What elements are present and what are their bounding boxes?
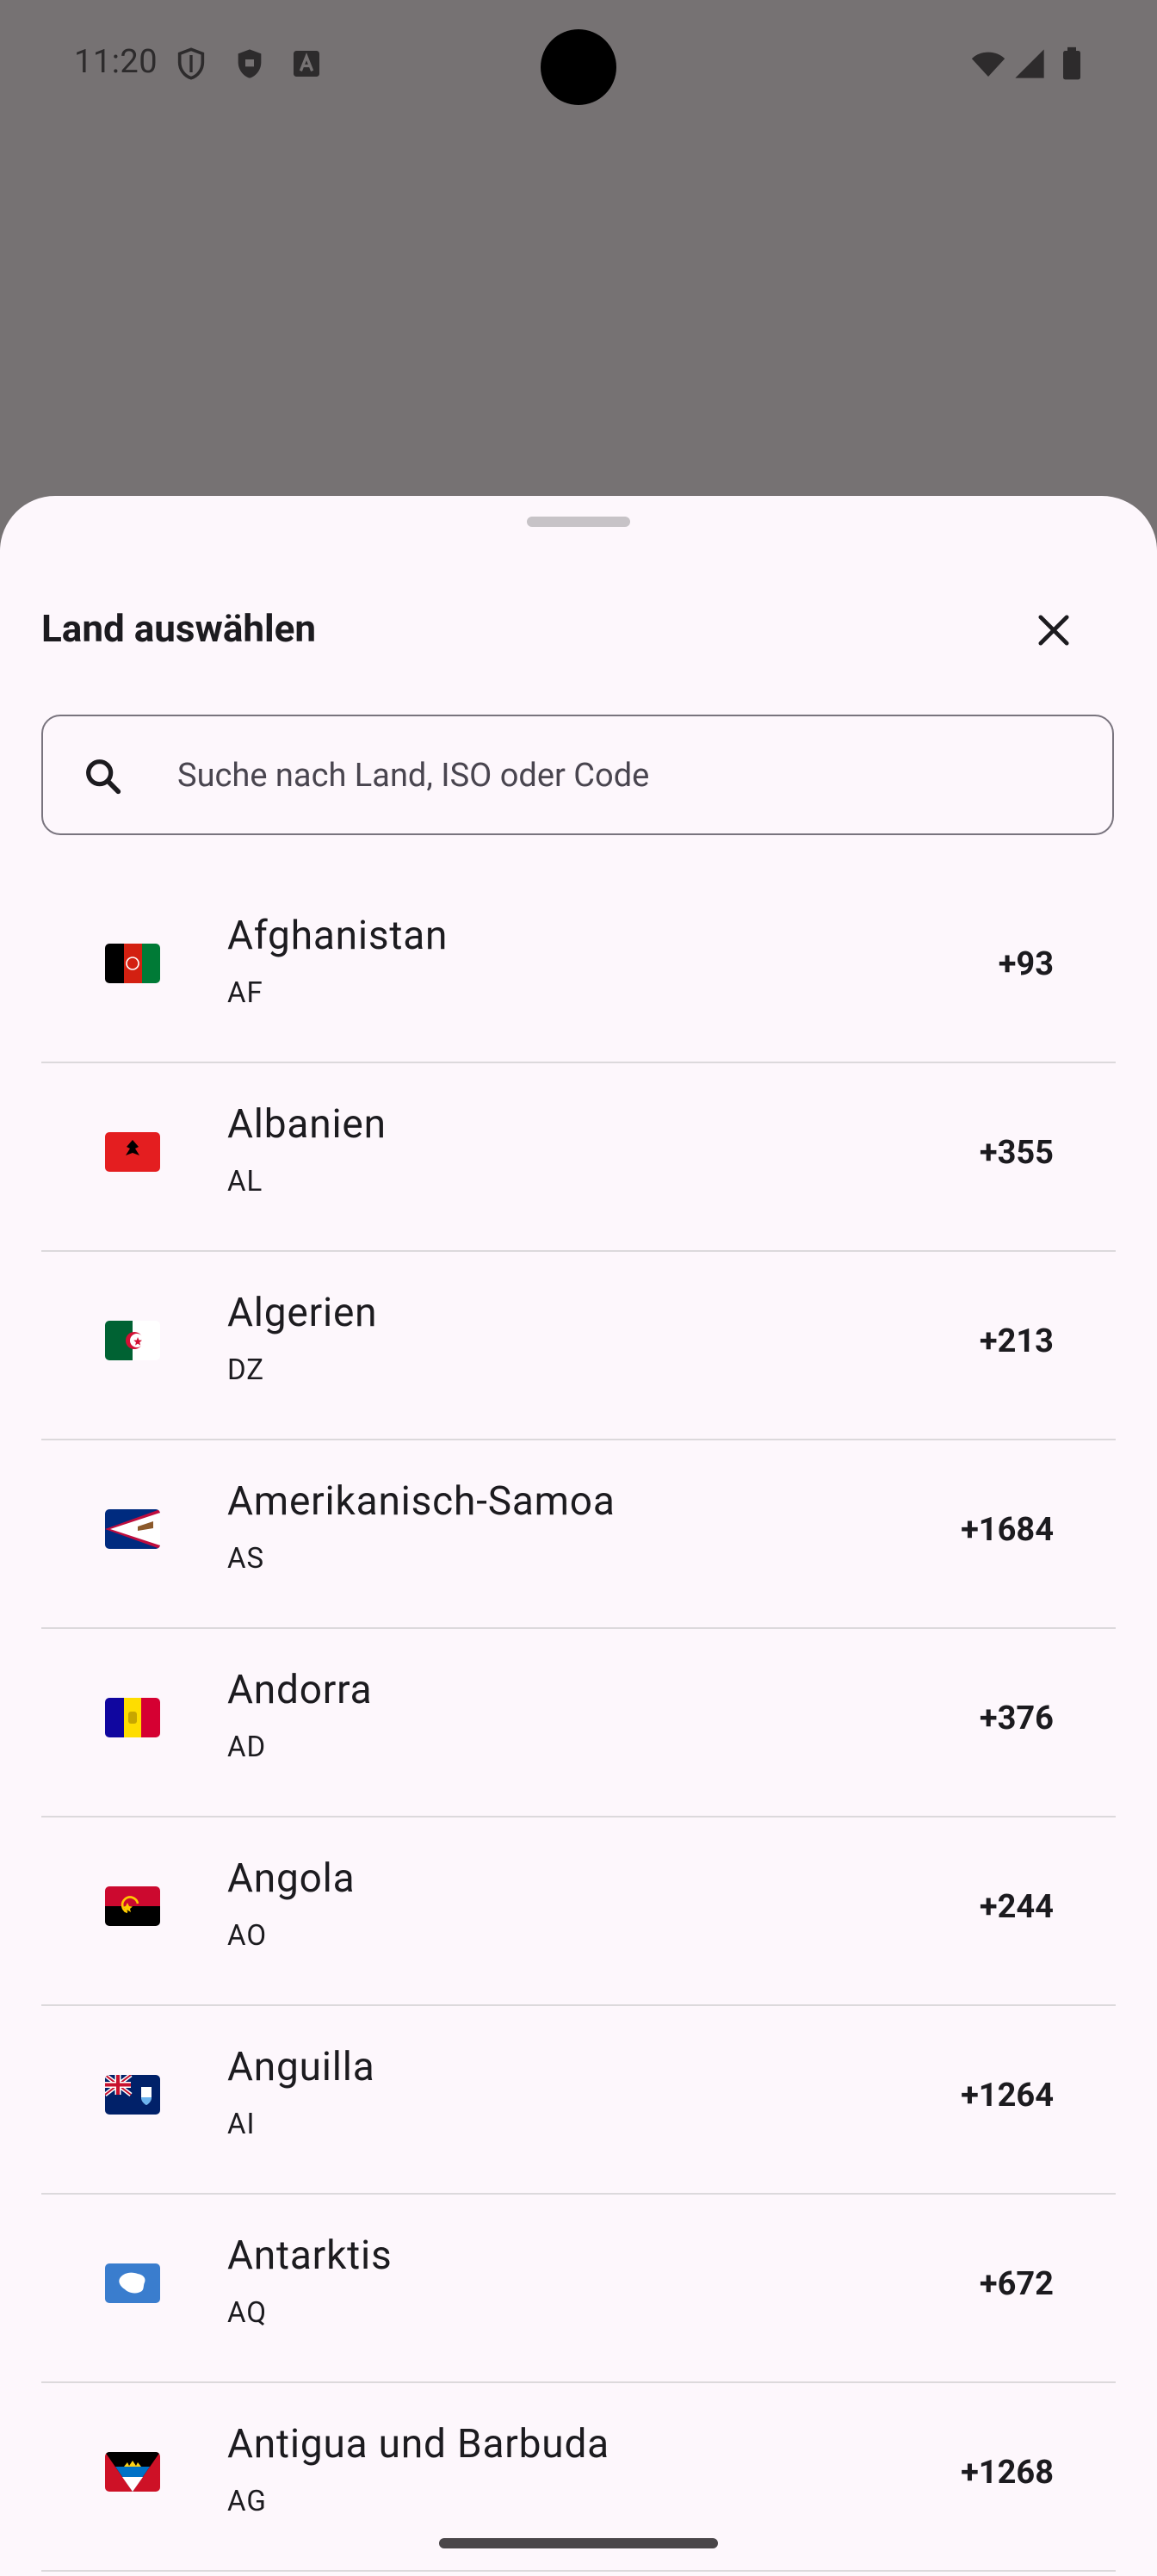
- country-dial-code: +1268: [961, 2454, 1054, 2492]
- country-dial-code: +213: [979, 1322, 1054, 1360]
- country-iso: AQ: [227, 2296, 268, 2330]
- country-iso: AL: [227, 1165, 263, 1198]
- front-camera: [541, 29, 616, 105]
- country-iso: AS: [227, 1542, 265, 1576]
- wifi-icon: [971, 52, 1005, 77]
- sheet-title: Land auswählen: [41, 606, 317, 651]
- search-input[interactable]: [176, 732, 1074, 820]
- country-row-algerien[interactable]: Algerien DZ +213: [41, 1252, 1116, 1440]
- country-row-afghanistan[interactable]: Afghanistan AF +93: [41, 875, 1116, 1063]
- shield-filled-icon: [238, 49, 262, 78]
- country-row-angola[interactable]: Angola AO +244: [41, 1817, 1116, 2006]
- country-name: Algerien: [227, 1290, 378, 1336]
- country-dial-code: +376: [979, 1700, 1054, 1737]
- country-dial-code: +93: [998, 945, 1054, 983]
- flag-albania-icon: [105, 1132, 160, 1172]
- country-name: Amerikanisch-Samoa: [227, 1478, 616, 1525]
- country-dial-code: +355: [979, 1134, 1054, 1172]
- shield-outline-icon: [177, 47, 205, 80]
- flag-anguilla-icon: [105, 2075, 160, 2115]
- country-row-albanien[interactable]: Albanien AL +355: [41, 1063, 1116, 1252]
- country-row-andorra[interactable]: Andorra AD +376: [41, 1629, 1116, 1817]
- country-dial-code: +1684: [961, 1511, 1054, 1549]
- country-row-anguilla[interactable]: Anguilla AI +1264: [41, 2006, 1116, 2195]
- country-list: Afghanistan AF +93 Albanien AL +355 Alge…: [41, 875, 1116, 2572]
- status-time: 11:20: [74, 43, 158, 81]
- country-iso: AF: [227, 976, 263, 1010]
- gesture-nav-bar[interactable]: [439, 2538, 718, 2548]
- country-dial-code: +244: [979, 1888, 1054, 1926]
- signal-icon: [1015, 49, 1044, 78]
- country-iso: AD: [227, 1731, 267, 1764]
- keyboard-a-icon: [294, 51, 319, 77]
- close-button[interactable]: [1007, 584, 1100, 677]
- country-name: Antarktis: [227, 2232, 393, 2279]
- country-iso: AG: [227, 2485, 267, 2518]
- country-name: Anguilla: [227, 2044, 375, 2090]
- flag-american-samoa-icon: [105, 1509, 160, 1549]
- search-icon: [86, 759, 121, 795]
- country-dial-code: +1264: [961, 2077, 1054, 2115]
- flag-antarctica-icon: [105, 2263, 160, 2303]
- country-name: Angola: [227, 1855, 356, 1902]
- country-name: Antigua und Barbuda: [227, 2421, 610, 2468]
- country-name: Albanien: [227, 1101, 387, 1148]
- flag-afghanistan-icon: [105, 944, 160, 983]
- close-icon: [1038, 615, 1069, 646]
- flag-antigua-and-barbuda-icon: [105, 2452, 160, 2492]
- country-name: Afghanistan: [227, 913, 449, 959]
- flag-andorra-icon: [105, 1698, 160, 1737]
- flag-angola-icon: [105, 1886, 160, 1926]
- country-row-antarktis[interactable]: Antarktis AQ +672: [41, 2195, 1116, 2383]
- country-picker-sheet: Land auswählen Afghanistan AF +93 Albani…: [0, 496, 1157, 2576]
- status-bar: 11:20: [0, 0, 1157, 129]
- flag-algeria-icon: [105, 1321, 160, 1360]
- country-iso: DZ: [227, 1353, 265, 1387]
- country-name: Andorra: [227, 1667, 373, 1713]
- country-dial-code: +672: [979, 2265, 1054, 2303]
- country-row-amerikanisch-samoa[interactable]: Amerikanisch-Samoa AS +1684: [41, 1440, 1116, 1629]
- drag-handle[interactable]: [527, 517, 630, 527]
- country-iso: AO: [227, 1919, 268, 1953]
- search-field[interactable]: [41, 715, 1114, 835]
- country-iso: AI: [227, 2108, 256, 2141]
- battery-icon: [1063, 46, 1080, 80]
